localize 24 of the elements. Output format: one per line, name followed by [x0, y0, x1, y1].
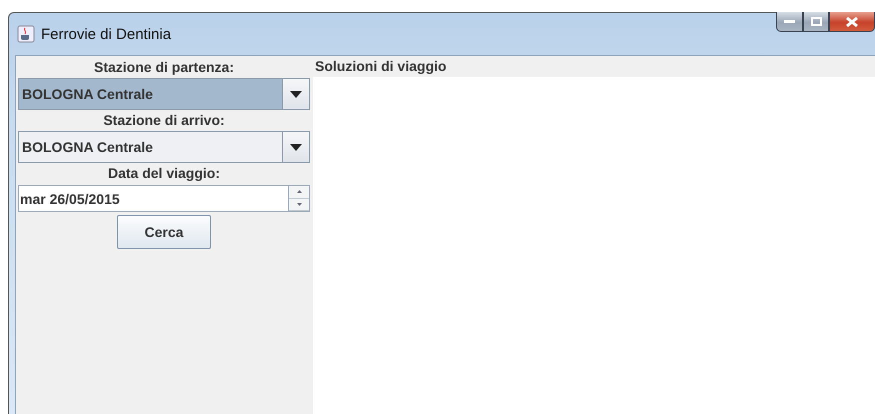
caret-down-icon: [290, 144, 302, 150]
cup-icon: [17, 25, 35, 43]
station-dropdown[interactable]: BOLOGNA Centrale: [18, 78, 310, 110]
spin-up-button[interactable]: [289, 186, 309, 198]
caret-down-icon: [290, 90, 302, 98]
close-button[interactable]: [829, 12, 875, 32]
caret-up-icon: [296, 190, 302, 194]
field-label: Stazione di arrivo:: [102, 111, 226, 130]
maximize-icon: [810, 17, 822, 26]
field-label: Stazione di partenza:: [92, 58, 236, 77]
search-button[interactable]: Cerca: [117, 215, 211, 249]
dropdown-arrow-button[interactable]: [282, 79, 309, 109]
window-title: Ferrovie di Dentinia: [41, 26, 172, 42]
maximize-button[interactable]: [803, 12, 829, 32]
caret-down-icon: [296, 202, 302, 206]
station-dropdown[interactable]: BOLOGNA Centrale: [18, 131, 310, 163]
close-icon: [846, 16, 858, 26]
field-label: Data del viaggio:: [106, 164, 222, 183]
results-title: Soluzioni di viaggio: [314, 57, 448, 76]
date-field[interactable]: mar 26/05/2015: [18, 185, 310, 212]
spin-down-button[interactable]: [289, 198, 309, 211]
dropdown-arrow-button[interactable]: [282, 132, 309, 162]
minimize-button[interactable]: [776, 12, 803, 32]
minimize-icon: [784, 20, 795, 24]
